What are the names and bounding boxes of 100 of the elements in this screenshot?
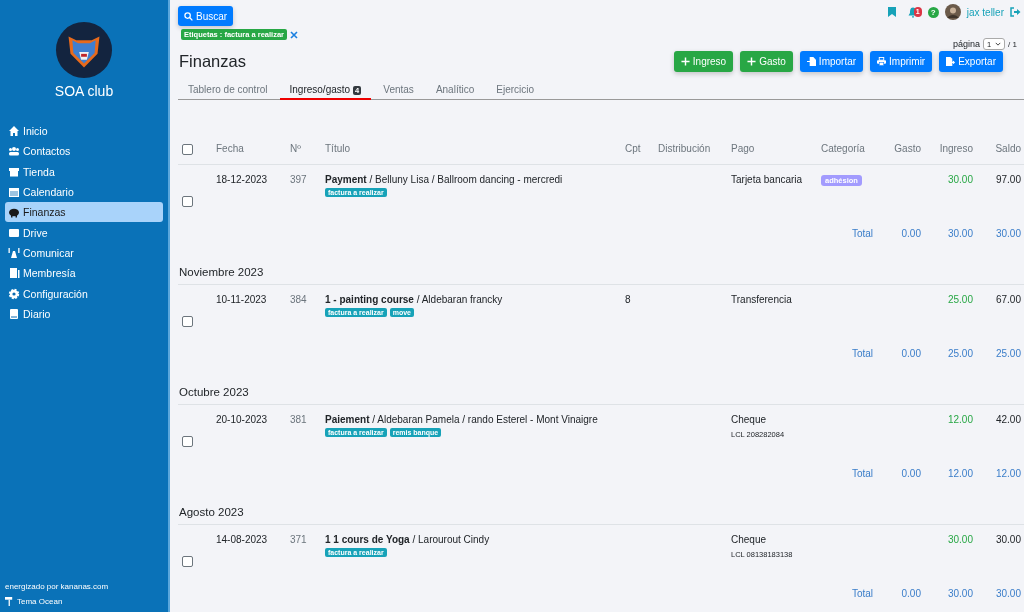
total-label: Total [851, 588, 873, 600]
row-checkbox[interactable] [182, 435, 193, 447]
sidebar-item[interactable]: Configuración [5, 283, 163, 304]
income-cell: 25.00 [947, 293, 973, 305]
column-header: Cpt [621, 137, 654, 165]
chevron-down-icon [995, 42, 1002, 46]
cpt-cell: 8 [625, 293, 631, 305]
drive-icon [8, 226, 20, 239]
sidebar-item[interactable]: Membresía [5, 263, 163, 284]
total-expense: 0.00 [901, 588, 921, 600]
action-button[interactable]: Imprimir [870, 51, 933, 72]
search-button[interactable]: Buscar [178, 6, 234, 26]
close-icon[interactable] [290, 30, 299, 39]
tab[interactable]: Tablero de control [178, 82, 278, 99]
total-label: Total [851, 348, 873, 360]
total-income: 30.00 [947, 588, 973, 600]
column-header: Nº [286, 137, 321, 165]
date-cell: 10-11-2023 [216, 293, 267, 305]
action-button[interactable]: Gasto [740, 51, 793, 72]
payment-method: Transferencia [731, 293, 793, 305]
row-checkbox[interactable] [182, 315, 193, 327]
income-cell: 30.00 [947, 533, 973, 545]
income-cell: 12.00 [947, 413, 973, 425]
payment-method: Cheque [731, 533, 768, 545]
plus-icon [680, 57, 690, 66]
column-header: Fecha [212, 137, 286, 165]
tab[interactable]: Analítico [425, 82, 485, 99]
balance-cell: 97.00 [995, 173, 1021, 185]
action-button[interactable]: Exportar [939, 51, 1003, 72]
number-cell: 397 [290, 173, 307, 185]
entry-title: 1 - painting course / Aldebaran francky [325, 293, 504, 305]
total-income: 12.00 [947, 468, 973, 480]
row-checkbox[interactable] [182, 195, 193, 207]
total-label: Total [851, 228, 873, 240]
balance-cell: 30.00 [995, 533, 1021, 545]
help-button[interactable]: ? [927, 6, 939, 18]
select-all-checkbox[interactable] [182, 143, 193, 155]
logout-icon[interactable] [1010, 7, 1021, 17]
number-cell: 381 [290, 413, 307, 425]
date-cell: 18-12-2023 [216, 173, 268, 185]
sidebar-item[interactable]: Comunicar [5, 242, 163, 264]
number-cell: 371 [290, 533, 307, 545]
month-heading: Agosto 2023 [179, 505, 244, 518]
column-header: Título [321, 137, 621, 165]
action-button[interactable]: Ingreso [673, 51, 734, 72]
total-expense: 0.00 [901, 228, 921, 240]
entry-title: Payment / Belluny Lisa / Ballroom dancing - mercredi [325, 173, 564, 185]
tab[interactable]: Ejercicio [486, 82, 545, 99]
column-header: Saldo [977, 137, 1024, 165]
total-expense: 0.00 [901, 348, 921, 360]
users-icon [8, 145, 20, 158]
avatar-icon[interactable] [944, 4, 961, 20]
month-heading: Octubre 2023 [179, 385, 249, 398]
row-checkbox[interactable] [182, 555, 193, 567]
home-icon [8, 125, 20, 138]
club-name: SOA club [53, 83, 115, 99]
sidebar-item[interactable]: Tienda [5, 161, 163, 182]
month-heading: Noviembre 2023 [179, 265, 264, 278]
calendar-icon [8, 186, 20, 199]
column-header: Distribución [654, 137, 727, 165]
file-export-icon [946, 57, 956, 66]
sidebar-item[interactable]: Drive [5, 222, 163, 243]
total-balance: 12.00 [995, 468, 1021, 480]
paint-roller-icon [5, 597, 14, 606]
payment-method: Cheque [731, 413, 768, 425]
gear-icon [8, 287, 20, 300]
sidebar-item[interactable]: Calendario [5, 181, 163, 203]
tab[interactable]: Ventas [373, 82, 424, 99]
user-name-link[interactable]: jax teller [966, 6, 1004, 18]
column-header: Ingreso [925, 137, 977, 165]
payment-method: Tarjeta bancaria [731, 173, 804, 185]
date-cell: 14-08-2023 [216, 533, 268, 545]
column-header: Gasto [877, 137, 925, 165]
action-button[interactable]: Importar [799, 51, 864, 72]
sidebar-item[interactable]: Finanzas [5, 202, 163, 223]
sidebar-item[interactable]: Diario [5, 303, 163, 324]
page-title: Finanzas [178, 52, 246, 71]
sidebar-item[interactable]: Contactos [5, 141, 163, 162]
book-icon [8, 307, 20, 320]
total-balance: 30.00 [995, 228, 1021, 240]
income-cell: 30.00 [947, 173, 973, 185]
number-cell: 384 [290, 293, 307, 305]
entry-title: Paiement / Aldebaran Pamela / rando Esterel - Mont Vinaigre [325, 413, 599, 425]
total-balance: 30.00 [995, 588, 1021, 600]
balance-cell: 42.00 [995, 413, 1021, 425]
theme-link[interactable]: Tema Ocean [5, 597, 163, 606]
column-header: Categoría [817, 137, 877, 165]
plus-icon [747, 57, 757, 66]
powered-by-text: energizado por kananas.com [5, 582, 110, 591]
printer-icon [877, 57, 887, 66]
total-expense: 0.00 [901, 468, 921, 480]
sidebar-item[interactable]: Inicio [5, 121, 163, 142]
page-label: página [952, 39, 980, 49]
store-icon [8, 165, 20, 178]
total-label: Total [851, 468, 873, 480]
search-icon [184, 11, 193, 21]
date-cell: 20-10-2023 [216, 413, 268, 425]
entry-title: 1 1 cours de Yoga / Larourout Cindy [325, 533, 491, 545]
bookmark-icon[interactable] [887, 7, 896, 17]
page-total: / 1 [1008, 39, 1017, 49]
